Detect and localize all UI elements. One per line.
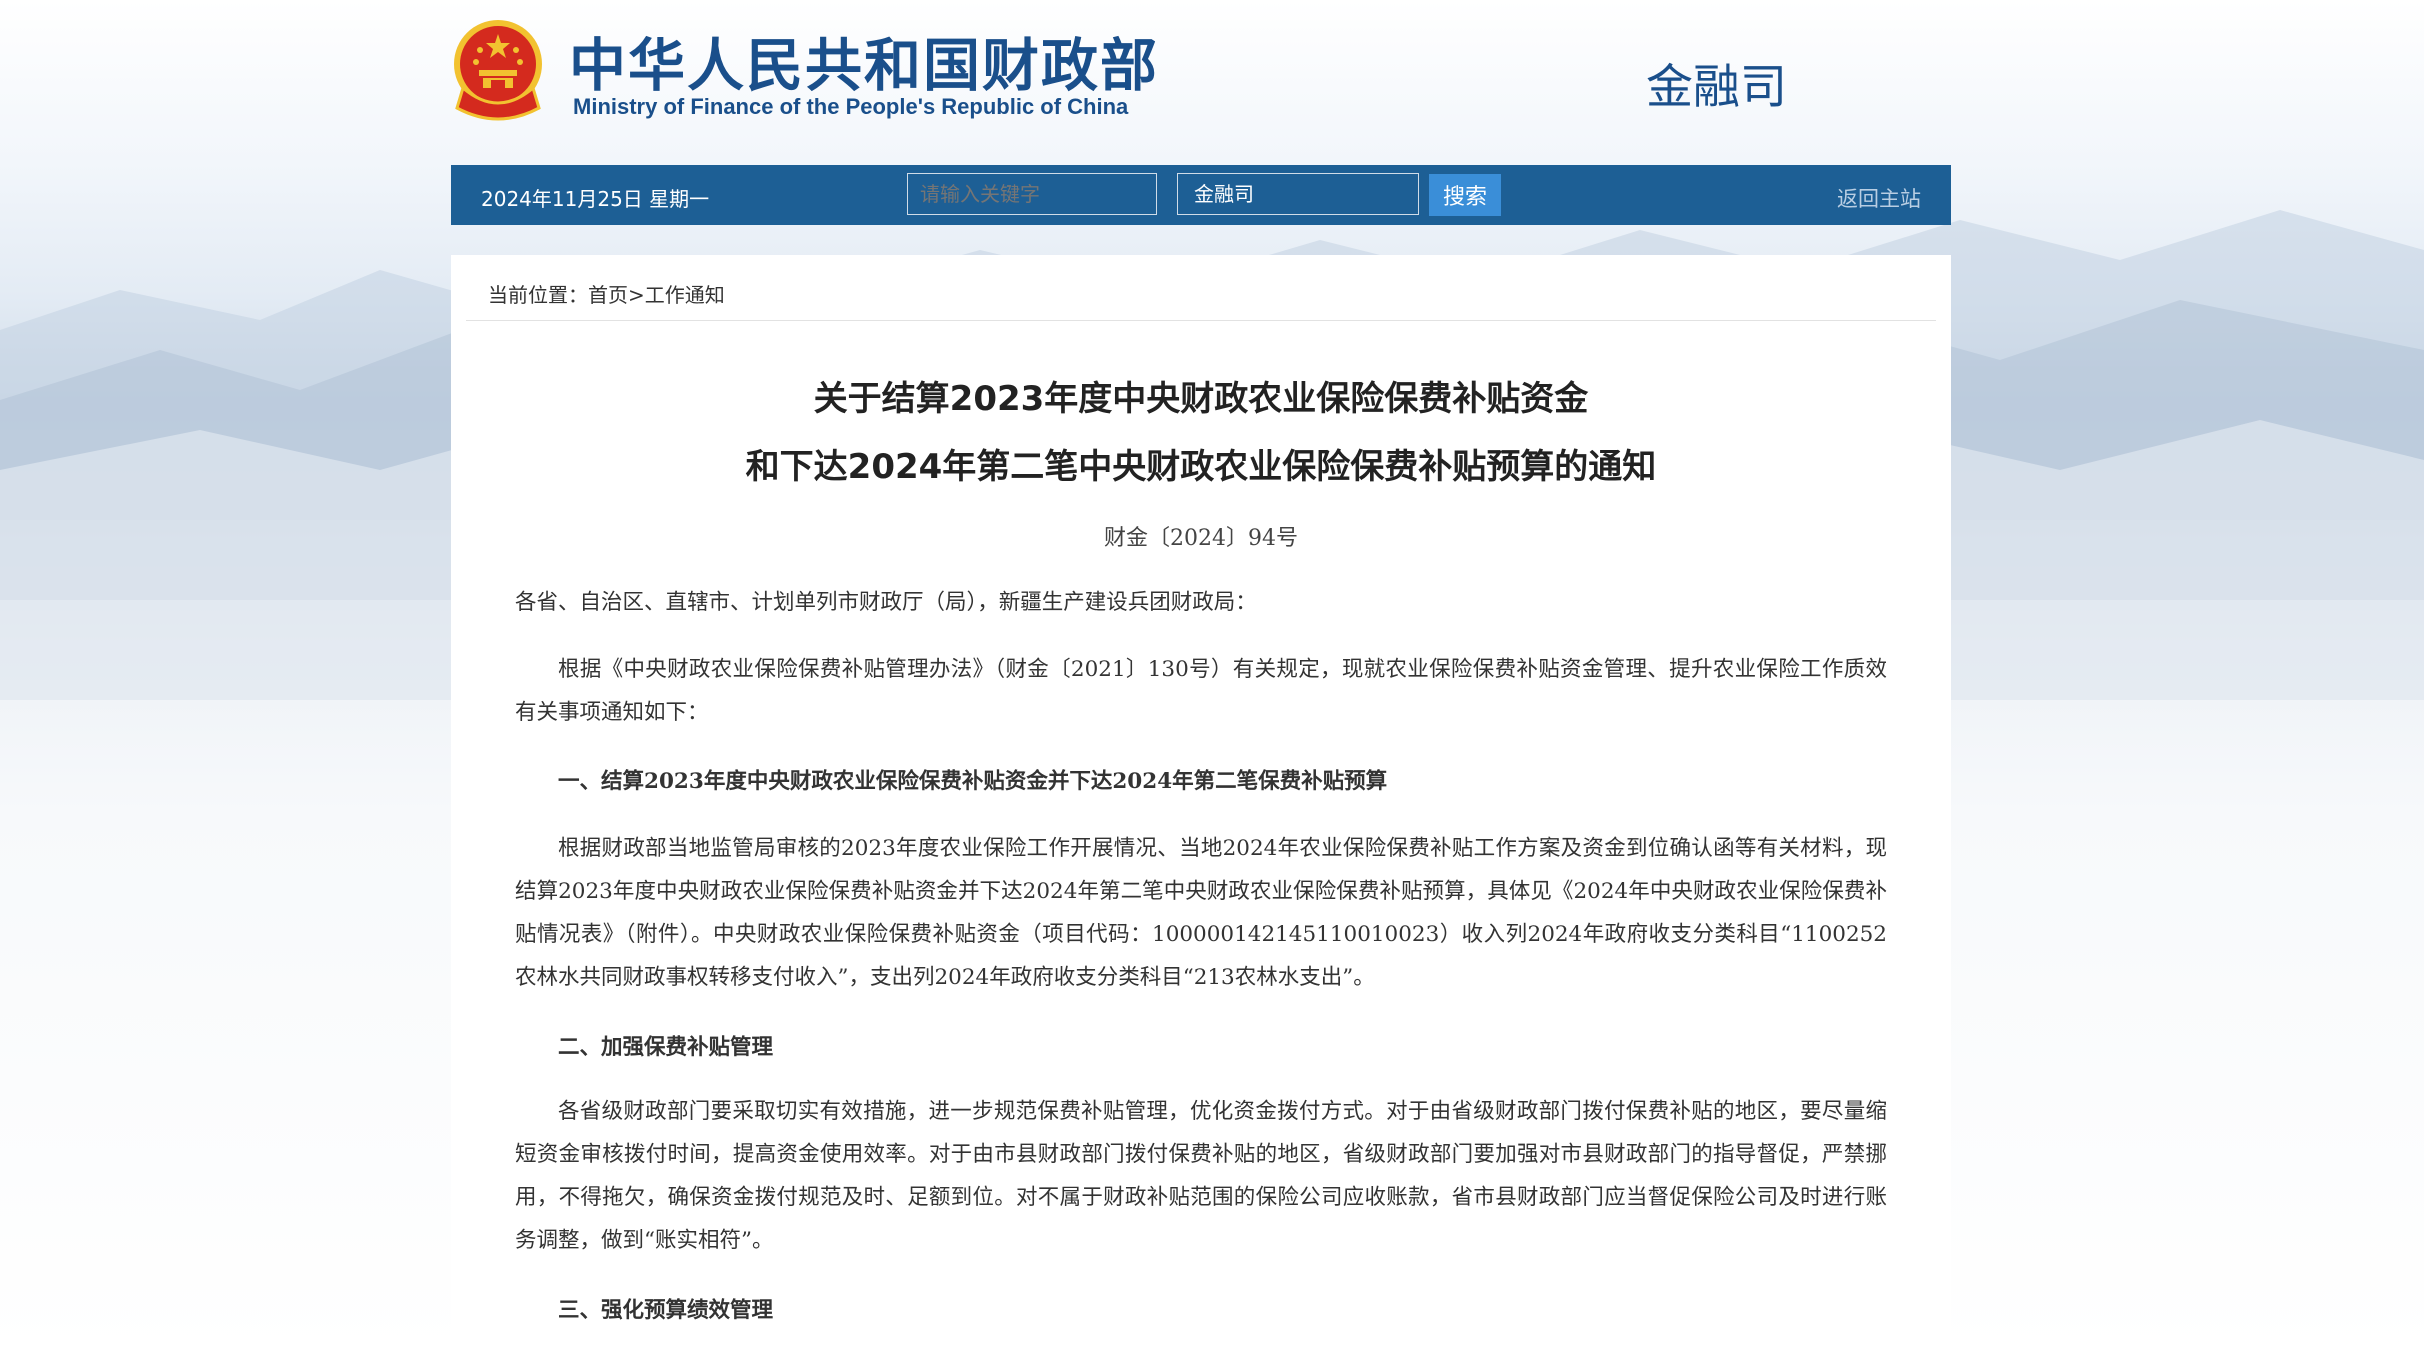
article-title-line2: 和下达2024年第二笔中央财政农业保险保费补贴预算的通知 <box>745 447 1657 487</box>
site-header: 中华人民共和国财政部 Ministry of Finance of the Pe… <box>451 18 1951 128</box>
department-select[interactable]: 金融司 <box>1177 173 1419 215</box>
site-name-cn[interactable]: 中华人民共和国财政部 <box>569 20 1159 102</box>
breadcrumb-separator: > <box>628 283 645 307</box>
section-paragraph-2: 各省级财政部门要采取切实有效措施，进一步规范保费补贴管理，优化资金拨付方式。对于… <box>515 1099 1887 1253</box>
current-date: 2024年11月25日 星期一 <box>481 187 710 211</box>
search-button[interactable]: 搜索 <box>1429 174 1501 216</box>
return-home-link[interactable]: 返回主站 <box>1837 183 1921 213</box>
search-input[interactable] <box>907 173 1157 215</box>
breadcrumb: 当前位置：首页>工作通知 <box>488 279 725 308</box>
article-title: 关于结算2023年度中央财政农业保险保费补贴资金 和下达2024年第二笔中央财政… <box>451 365 1951 501</box>
breadcrumb-prefix: 当前位置： <box>488 283 588 307</box>
article-container: 当前位置：首页>工作通知 关于结算2023年度中央财政农业保险保费补贴资金 和下… <box>451 255 1951 1353</box>
article-title-line1: 关于结算2023年度中央财政农业保险保费补贴资金 <box>813 379 1589 419</box>
section-heading-1: 一、结算2023年度中央财政农业保险保费补贴资金并下达2024年第二笔保费补贴预… <box>558 769 1388 794</box>
intro-paragraph: 根据《中央财政农业保险保费补贴管理办法》（财金〔2021〕130号）有关规定，现… <box>515 657 1887 725</box>
section-paragraph-1: 根据财政部当地监管局审核的2023年度农业保险工作开展情况、当地2024年农业保… <box>515 836 1887 990</box>
section-heading-3: 三、强化预算绩效管理 <box>558 1298 774 1323</box>
national-emblem-icon[interactable] <box>451 18 545 122</box>
section-heading-2: 二、加强保费补贴管理 <box>558 1035 774 1060</box>
document-number: 财金〔2024〕94号 <box>1104 526 1298 551</box>
breadcrumb-section-link[interactable]: 工作通知 <box>645 283 725 307</box>
nav-bar: 2024年11月25日 星期一 金融司 搜索 返回主站 <box>451 165 1951 225</box>
site-name-en[interactable]: Ministry of Finance of the People's Repu… <box>573 94 1128 120</box>
breadcrumb-home-link[interactable]: 首页 <box>588 283 628 307</box>
department-title: 金融司 <box>1646 60 1787 115</box>
divider <box>466 320 1936 321</box>
salutation: 各省、自治区、直辖市、计划单列市财政厅（局），新疆生产建设兵团财政局： <box>515 590 1257 615</box>
